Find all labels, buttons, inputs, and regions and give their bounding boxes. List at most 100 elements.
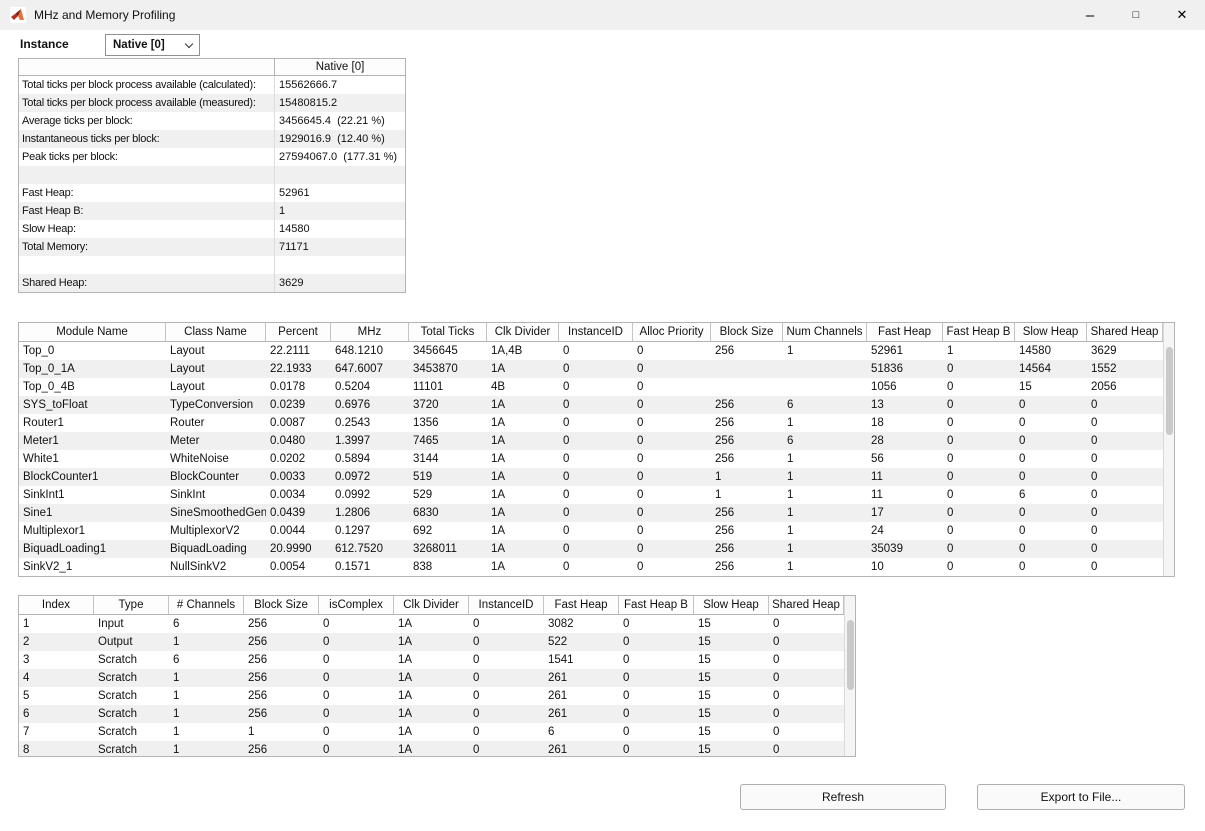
close-button[interactable]: ✕ xyxy=(1159,0,1205,30)
summary-row[interactable] xyxy=(19,166,405,184)
table-cell: 0 xyxy=(633,342,711,360)
column-header-percent[interactable]: Percent xyxy=(266,323,331,341)
summary-row[interactable]: Total Memory:71171 xyxy=(19,238,405,256)
table-cell xyxy=(783,360,867,378)
column-header-clk-divider[interactable]: Clk Divider xyxy=(394,596,469,614)
summary-row[interactable]: Shared Heap:3629 xyxy=(19,274,405,292)
column-header-shared-heap[interactable]: Shared Heap xyxy=(1087,323,1163,341)
summary-row[interactable]: Instantaneous ticks per block:1929016.9 … xyxy=(19,130,405,148)
column-header-slow-heap[interactable]: Slow Heap xyxy=(694,596,769,614)
table-row[interactable]: 5Scratch125601A02610150 xyxy=(19,687,855,705)
table-row[interactable]: SinkV2_1NullSinkV20.00540.15718381A00256… xyxy=(19,558,1174,576)
summary-row[interactable]: Average ticks per block:3456645.4 (22.21… xyxy=(19,112,405,130)
column-header-fast-heap-b[interactable]: Fast Heap B xyxy=(943,323,1015,341)
table-row[interactable]: SYS_toFloatTypeConversion0.02390.6976372… xyxy=(19,396,1174,414)
column-header-shared-heap[interactable]: Shared Heap xyxy=(769,596,844,614)
table-cell: 0 xyxy=(1015,504,1087,522)
column-header-fast-heap[interactable]: Fast Heap xyxy=(544,596,619,614)
table-row[interactable]: Top_0Layout22.2111648.121034566451A,4B00… xyxy=(19,342,1174,360)
table-cell: 1A xyxy=(487,486,559,504)
table-row[interactable]: SinkInt1SinkInt0.00340.09925291A00111106… xyxy=(19,486,1174,504)
table-row[interactable]: 7Scratch1101A060150 xyxy=(19,723,855,741)
table-row[interactable]: Multiplexor1MultiplexorV20.00440.1297692… xyxy=(19,522,1174,540)
minimize-button[interactable]: – xyxy=(1067,0,1113,30)
table-cell: 0 xyxy=(943,540,1015,558)
summary-row[interactable]: Total ticks per block process available … xyxy=(19,76,405,94)
table-cell: 0 xyxy=(633,396,711,414)
column-header-module-name[interactable]: Module Name xyxy=(19,323,166,341)
column-header-instanceid[interactable]: InstanceID xyxy=(469,596,544,614)
summary-row[interactable]: Slow Heap:14580 xyxy=(19,220,405,238)
table-cell: 1 xyxy=(169,741,244,757)
table-cell: 1A xyxy=(487,360,559,378)
table-cell: 6 xyxy=(783,396,867,414)
table-cell: 0 xyxy=(559,396,633,414)
summary-row[interactable]: Fast Heap B:1 xyxy=(19,202,405,220)
table-row[interactable]: 1Input625601A030820150 xyxy=(19,615,855,633)
column-header-mhz[interactable]: MHz xyxy=(331,323,409,341)
summary-row-value: 15480815.2 xyxy=(275,94,405,112)
table-cell: 0 xyxy=(1087,522,1163,540)
table-cell: 1 xyxy=(19,615,94,633)
column-header-iscomplex[interactable]: isComplex xyxy=(319,596,394,614)
column-header-clk-divider[interactable]: Clk Divider xyxy=(487,323,559,341)
table-row[interactable]: Router1Router0.00870.254313561A002561180… xyxy=(19,414,1174,432)
column-header-alloc-priority[interactable]: Alloc Priority xyxy=(633,323,711,341)
table-cell: 0 xyxy=(559,414,633,432)
table-row[interactable]: White1WhiteNoise0.02020.589431441A002561… xyxy=(19,450,1174,468)
column-header-num-channels[interactable]: Num Channels xyxy=(783,323,867,341)
table-row[interactable]: BlockCounter1BlockCounter0.00330.0972519… xyxy=(19,468,1174,486)
table-row[interactable]: Top_0_1ALayout22.1933647.600734538701A00… xyxy=(19,360,1174,378)
column-header-block-size[interactable]: Block Size xyxy=(244,596,319,614)
table-row[interactable]: Top_0_4BLayout0.01780.5204111014B0010560… xyxy=(19,378,1174,396)
summary-row[interactable]: Fast Heap:52961 xyxy=(19,184,405,202)
column-header-fast-heap-b[interactable]: Fast Heap B xyxy=(619,596,694,614)
table-cell: 612.7520 xyxy=(331,540,409,558)
table-cell: 261 xyxy=(544,705,619,723)
scrollbar-thumb[interactable] xyxy=(1166,347,1173,435)
table-row[interactable]: 4Scratch125601A02610150 xyxy=(19,669,855,687)
summary-row[interactable] xyxy=(19,256,405,274)
table-row[interactable]: Meter1Meter0.04801.399774651A00256628000 xyxy=(19,432,1174,450)
table-cell: 6830 xyxy=(409,504,487,522)
table-cell: 1056 xyxy=(867,378,943,396)
column-header-block-size[interactable]: Block Size xyxy=(711,323,783,341)
buffer-table-scrollbar[interactable] xyxy=(844,596,855,756)
table-row[interactable]: 2Output125601A05220150 xyxy=(19,633,855,651)
column-header-type[interactable]: Type xyxy=(94,596,169,614)
table-cell: 256 xyxy=(244,741,319,757)
summary-row-value: 15562666.7 xyxy=(275,76,405,94)
refresh-button[interactable]: Refresh xyxy=(740,784,946,810)
column-header-channels[interactable]: # Channels xyxy=(169,596,244,614)
table-cell: 15 xyxy=(694,687,769,705)
column-header-instanceid[interactable]: InstanceID xyxy=(559,323,633,341)
column-header-index[interactable]: Index xyxy=(19,596,94,614)
table-cell: 0 xyxy=(943,360,1015,378)
column-header-fast-heap[interactable]: Fast Heap xyxy=(867,323,943,341)
table-row[interactable]: BiquadLoading1BiquadLoading20.9990612.75… xyxy=(19,540,1174,558)
summary-row[interactable]: Peak ticks per block:27594067.0 (177.31 … xyxy=(19,148,405,166)
column-header-total-ticks[interactable]: Total Ticks xyxy=(409,323,487,341)
module-table-scrollbar[interactable] xyxy=(1163,323,1174,576)
maximize-button[interactable]: □ xyxy=(1113,0,1159,30)
table-cell: 1 xyxy=(943,342,1015,360)
table-cell: 0 xyxy=(619,669,694,687)
summary-row[interactable]: Total ticks per block process available … xyxy=(19,94,405,112)
table-cell: 0.2543 xyxy=(331,414,409,432)
table-cell: 256 xyxy=(711,504,783,522)
table-row[interactable]: Sine1SineSmoothedGen0.04391.280668301A00… xyxy=(19,504,1174,522)
export-to-file-button[interactable]: Export to File... xyxy=(977,784,1185,810)
table-cell: 261 xyxy=(544,669,619,687)
table-row[interactable]: 3Scratch625601A015410150 xyxy=(19,651,855,669)
instance-dropdown[interactable]: Native [0] xyxy=(105,34,200,56)
summary-header-instance[interactable]: Native [0] xyxy=(275,59,405,75)
table-cell: 0 xyxy=(1015,396,1087,414)
table-cell: Layout xyxy=(166,360,266,378)
table-row[interactable]: 8Scratch125601A02610150 xyxy=(19,741,855,757)
scrollbar-thumb[interactable] xyxy=(847,620,854,690)
table-cell: 0 xyxy=(559,360,633,378)
column-header-slow-heap[interactable]: Slow Heap xyxy=(1015,323,1087,341)
table-cell: 256 xyxy=(244,687,319,705)
table-row[interactable]: 6Scratch125601A02610150 xyxy=(19,705,855,723)
column-header-class-name[interactable]: Class Name xyxy=(166,323,266,341)
